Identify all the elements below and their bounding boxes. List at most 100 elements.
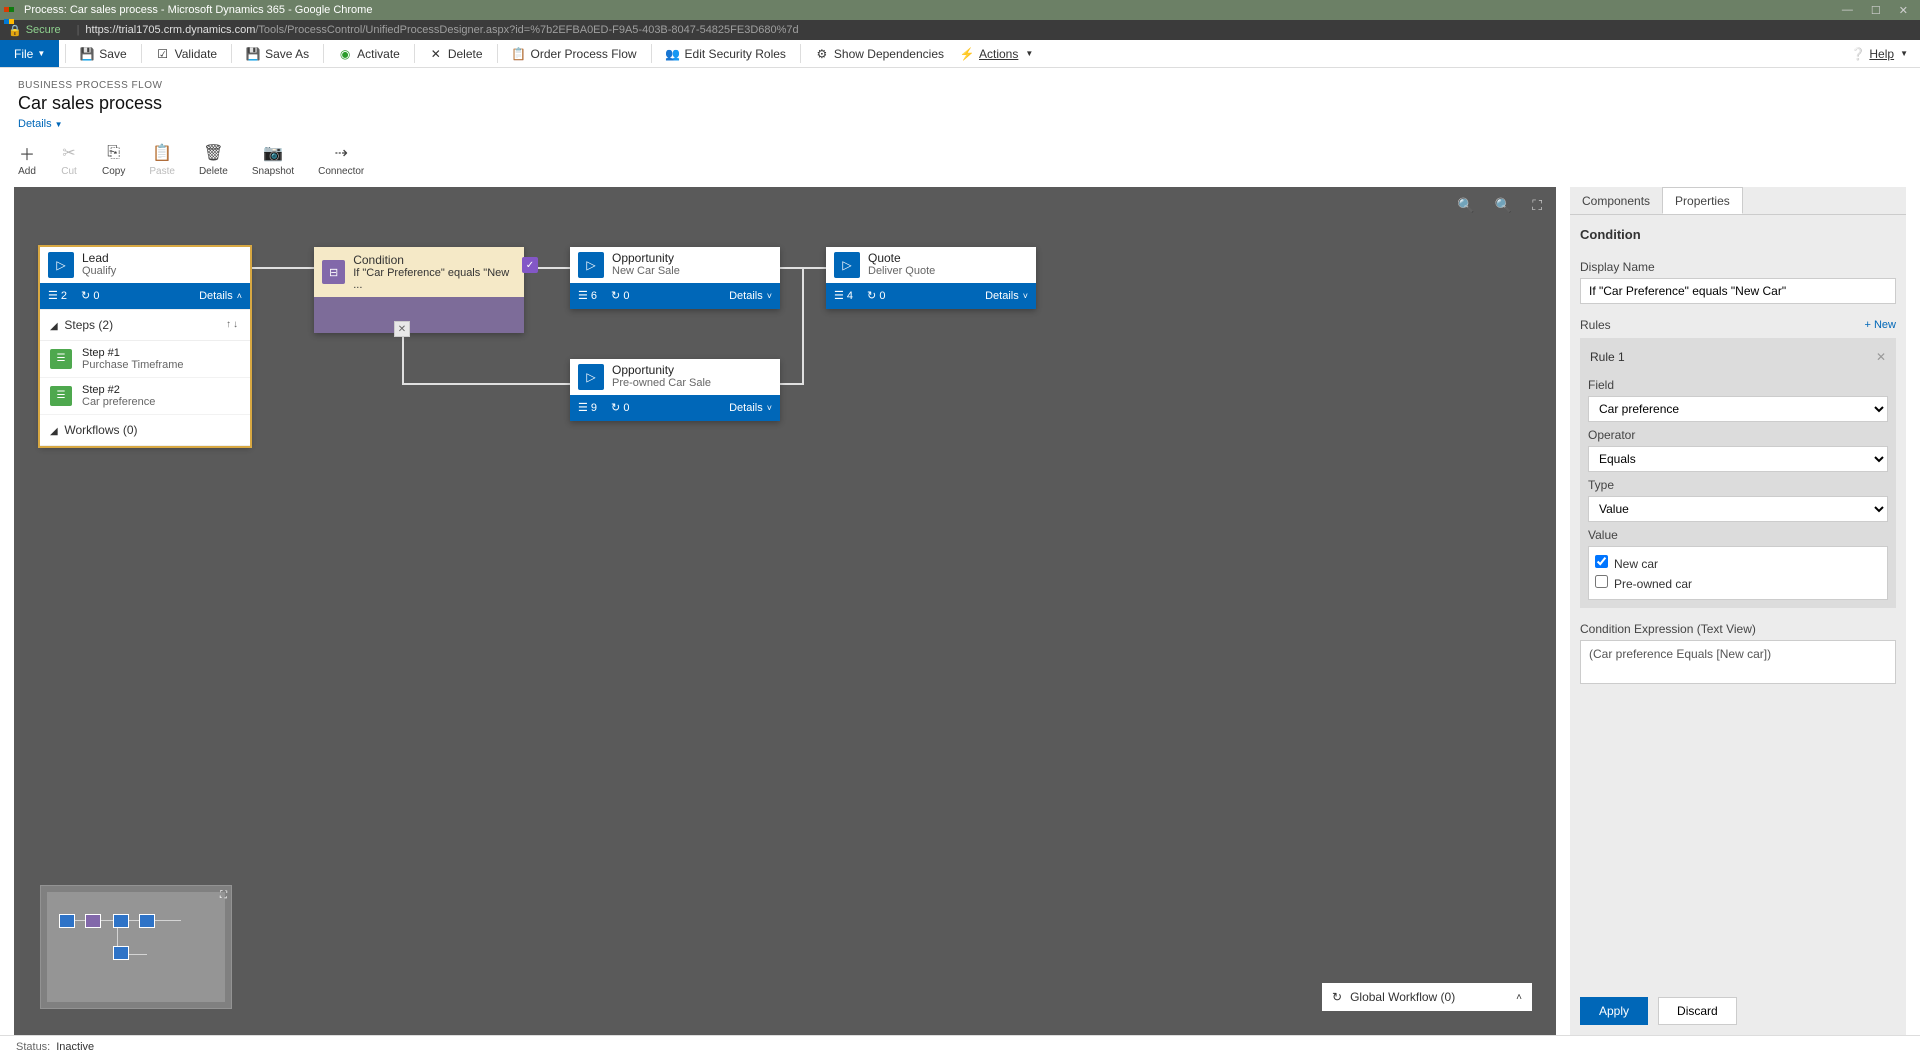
connector-icon: ⇢ bbox=[332, 144, 350, 162]
designer-canvas[interactable]: 🔍 🔍 ⛶ ▷ Lead Qualify bbox=[14, 187, 1556, 1035]
stage-details-toggle[interactable]: Details ˅ bbox=[729, 290, 772, 302]
stage-quote[interactable]: ▷ Quote Deliver Quote ☰ 4 ↻ 0 Details ˅ bbox=[826, 247, 1036, 309]
window-close-icon[interactable]: ✕ bbox=[1899, 4, 1908, 17]
secure-indicator[interactable]: 🔒 Secure bbox=[8, 24, 61, 37]
expression-label: Condition Expression (Text View) bbox=[1580, 622, 1896, 636]
delete-button[interactable]: 🗑Delete bbox=[199, 144, 228, 177]
save-as-button[interactable]: 💾Save As bbox=[238, 40, 317, 67]
add-rule-button[interactable]: + New bbox=[1865, 319, 1897, 331]
tab-properties[interactable]: Properties bbox=[1662, 187, 1743, 214]
stage-entity: Opportunity bbox=[612, 363, 772, 377]
reorder-arrows-icon[interactable]: ↑↓ bbox=[226, 319, 240, 330]
stage-opportunity-preowned[interactable]: ▷ Opportunity Pre-owned Car Sale ☰ 9 ↻ 0… bbox=[570, 359, 780, 421]
apply-button[interactable]: Apply bbox=[1580, 997, 1648, 1025]
url-path: /Tools/ProcessControl/UnifiedProcessDesi… bbox=[255, 24, 798, 36]
order-flow-button[interactable]: 📋Order Process Flow bbox=[504, 40, 645, 67]
stage-name: New Car Sale bbox=[612, 265, 772, 278]
operator-label: Operator bbox=[1588, 428, 1888, 442]
field-label: Field bbox=[1588, 378, 1888, 392]
edit-security-roles-button[interactable]: 👥Edit Security Roles bbox=[658, 40, 794, 67]
stage-details-toggle[interactable]: Details ˅ bbox=[729, 402, 772, 414]
file-menu[interactable]: File▼ bbox=[0, 40, 59, 67]
value-option-newcar[interactable]: New car bbox=[1595, 553, 1881, 573]
tab-components[interactable]: Components bbox=[1570, 187, 1662, 214]
minimap-expand-icon[interactable]: ⛶ bbox=[220, 890, 227, 901]
statusbar: Status: Inactive bbox=[0, 1035, 1920, 1057]
condition-node[interactable]: ⊟ Condition If "Car Preference" equals "… bbox=[314, 247, 524, 333]
step-item[interactable]: ☰ Step #2 Car preference bbox=[40, 378, 250, 415]
help-button[interactable]: ❔Help▼ bbox=[1838, 40, 1920, 67]
global-workflow-panel[interactable]: ↻Global Workflow (0) ˄ bbox=[1322, 983, 1532, 1011]
minimap[interactable]: ⛶ bbox=[40, 885, 232, 1009]
steps-count-icon: ☰ 6 bbox=[578, 289, 597, 302]
add-button[interactable]: ＋Add bbox=[18, 144, 36, 177]
rule-block: Rule 1 ✕ Field Car preference Operator E… bbox=[1580, 338, 1896, 608]
stage-entity: Lead bbox=[82, 251, 242, 265]
steps-count-icon: ☰ 2 bbox=[48, 289, 67, 302]
activate-button[interactable]: ◉Activate bbox=[330, 40, 408, 67]
step-number: Step #2 bbox=[82, 384, 155, 396]
step-number: Step #1 bbox=[82, 347, 183, 359]
save-button[interactable]: 💾Save bbox=[72, 40, 134, 67]
steps-section-header[interactable]: ◢ Steps (2) ↑↓ bbox=[40, 310, 250, 341]
cycles-count-icon: ↻ 0 bbox=[611, 401, 629, 414]
rule-label: Rule 1 bbox=[1590, 350, 1625, 364]
condition-checkmark-icon: ✓ bbox=[522, 257, 538, 273]
validate-button[interactable]: ☑Validate bbox=[148, 40, 225, 67]
connector-button[interactable]: ⇢Connector bbox=[318, 144, 364, 177]
actions-icon: ⚡ bbox=[960, 47, 974, 61]
panel-section-title: Condition bbox=[1580, 227, 1896, 242]
stage-details-toggle[interactable]: Details ˄ bbox=[199, 290, 242, 302]
value-checkbox-preowned[interactable] bbox=[1595, 575, 1608, 588]
activate-icon: ◉ bbox=[338, 47, 352, 61]
step-item[interactable]: ☰ Step #1 Purchase Timeframe bbox=[40, 341, 250, 378]
snapshot-button[interactable]: 📷Snapshot bbox=[252, 144, 294, 177]
step-icon: ☰ bbox=[50, 349, 72, 369]
branch-icon: ⊟ bbox=[322, 260, 345, 284]
help-icon: ❔ bbox=[1850, 47, 1865, 61]
dependencies-icon: ⚙ bbox=[815, 47, 829, 61]
type-select[interactable]: Value bbox=[1588, 496, 1888, 522]
properties-panel: Components Properties Condition Display … bbox=[1570, 187, 1906, 1035]
discard-button[interactable]: Discard bbox=[1658, 997, 1737, 1025]
paste-icon: 📋 bbox=[153, 144, 171, 162]
chevron-up-icon[interactable]: ˄ bbox=[1516, 992, 1522, 1003]
stage-name: Qualify bbox=[82, 265, 242, 278]
stage-opportunity-new[interactable]: ▷ Opportunity New Car Sale ☰ 6 ↻ 0 Detai… bbox=[570, 247, 780, 309]
stage-details-toggle[interactable]: Details ˅ bbox=[985, 290, 1028, 302]
actions-menu[interactable]: ⚡Actions▼ bbox=[952, 40, 1041, 67]
field-select[interactable]: Car preference bbox=[1588, 396, 1888, 422]
rule-close-icon[interactable]: ✕ bbox=[1876, 350, 1886, 364]
value-label: Value bbox=[1588, 528, 1888, 542]
paste-button[interactable]: 📋Paste bbox=[149, 144, 175, 177]
copy-button[interactable]: ⎘Copy bbox=[102, 144, 125, 177]
show-dependencies-button[interactable]: ⚙Show Dependencies bbox=[807, 40, 952, 67]
value-option-preowned[interactable]: Pre-owned car bbox=[1595, 573, 1881, 593]
url-domain: https://trial1705.crm.dynamics.com bbox=[85, 24, 255, 36]
stage-lead[interactable]: ▷ Lead Qualify ☰ 2 ↻ 0 Details ˄ ◢ Ste bbox=[40, 247, 250, 446]
details-toggle[interactable]: Details▼ bbox=[18, 118, 63, 130]
expression-textview: (Car preference Equals [New car]) bbox=[1580, 640, 1896, 684]
stage-entity: Opportunity bbox=[612, 251, 772, 265]
stage-name: Pre-owned Car Sale bbox=[612, 377, 772, 390]
plus-icon: ＋ bbox=[18, 144, 36, 162]
operator-select[interactable]: Equals bbox=[1588, 446, 1888, 472]
validate-icon: ☑ bbox=[156, 47, 170, 61]
cut-button[interactable]: ✂Cut bbox=[60, 144, 78, 177]
window-maximize-icon[interactable]: ☐ bbox=[1871, 4, 1881, 17]
window-minimize-icon[interactable]: — bbox=[1842, 4, 1853, 17]
step-name: Car preference bbox=[82, 396, 155, 408]
delete-process-button[interactable]: ✕Delete bbox=[421, 40, 491, 67]
workflows-section-header[interactable]: ◢ Workflows (0) bbox=[40, 415, 250, 446]
stage-icon: ▷ bbox=[578, 364, 604, 390]
cycles-count-icon: ↻ 0 bbox=[81, 289, 99, 302]
condition-label: Condition bbox=[353, 253, 516, 267]
copy-icon: ⎘ bbox=[105, 144, 123, 162]
condition-delete-icon[interactable]: ✕ bbox=[394, 321, 410, 337]
ribbon: File▼ 💾Save ☑Validate 💾Save As ◉Activate… bbox=[0, 40, 1920, 68]
order-icon: 📋 bbox=[512, 47, 526, 61]
url-text[interactable]: https://trial1705.crm.dynamics.com/Tools… bbox=[85, 24, 798, 36]
value-checkbox-newcar[interactable] bbox=[1595, 555, 1608, 568]
display-name-input[interactable] bbox=[1580, 278, 1896, 304]
global-workflow-label: Global Workflow (0) bbox=[1350, 990, 1455, 1004]
